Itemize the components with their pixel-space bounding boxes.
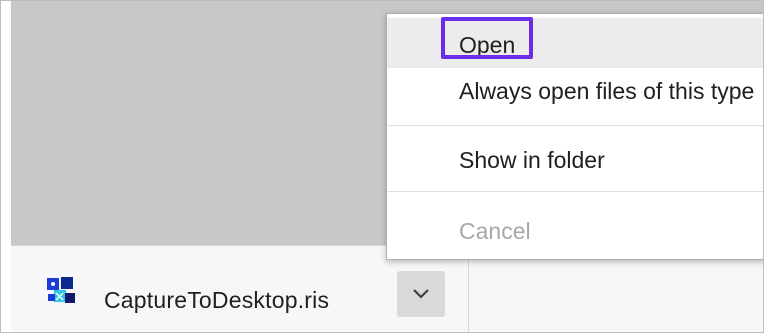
menu-item-always-open[interactable]: Always open files of this type: [387, 68, 763, 124]
menu-item-open-label: Open: [459, 32, 516, 58]
menu-item-show-in-folder[interactable]: Show in folder: [387, 129, 763, 189]
menu-item-always-open-label: Always open files of this type: [459, 78, 755, 104]
menu-item-cancel: Cancel: [387, 194, 763, 254]
menu-item-show-in-folder-label: Show in folder: [459, 147, 605, 173]
menu-separator: [387, 125, 763, 126]
menu-separator: [387, 191, 763, 192]
download-context-menu: Open Always open files of this type Show…: [386, 13, 763, 260]
menu-item-cancel-label: Cancel: [459, 218, 531, 244]
ris-file-icon: [45, 275, 77, 307]
browser-window: CaptureToDesktop.ris Open Always open fi…: [0, 0, 764, 333]
download-options-button[interactable]: [397, 271, 445, 317]
chevron-down-icon: [413, 289, 429, 299]
download-file-name[interactable]: CaptureToDesktop.ris: [104, 287, 329, 314]
menu-item-open[interactable]: Open: [387, 18, 763, 68]
window-edge: [1, 1, 11, 332]
